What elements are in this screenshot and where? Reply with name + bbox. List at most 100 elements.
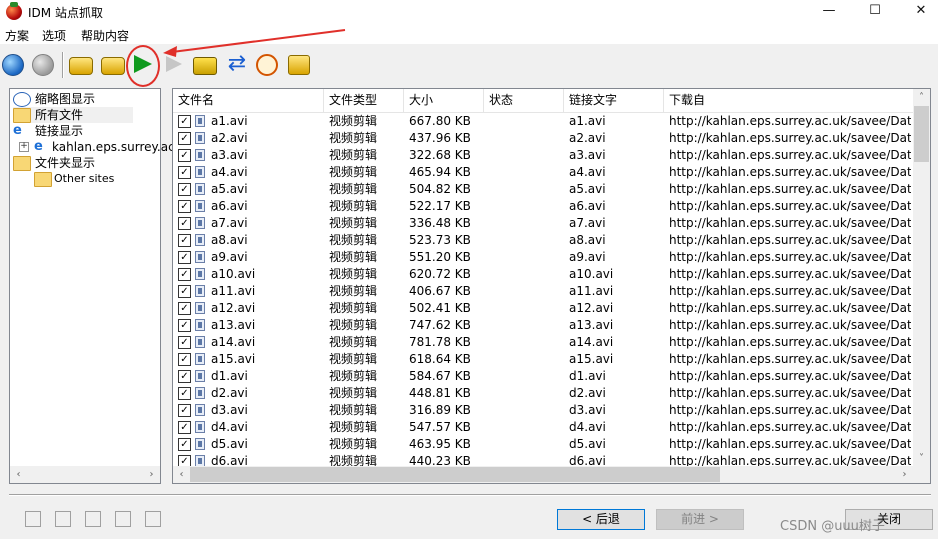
column-header-filename[interactable]: 文件名	[173, 89, 324, 112]
row-checkbox[interactable]: ✓	[178, 251, 191, 264]
column-header-download-from[interactable]: 下载自	[664, 89, 913, 112]
maximize-button[interactable]: ☐	[852, 0, 898, 24]
row-checkbox[interactable]: ✓	[178, 285, 191, 298]
table-row[interactable]: ✓ a2.avi 视频剪辑 437.96 KB a2.avi http://kahlan.…	[173, 130, 913, 147]
column-header-type[interactable]: 文件类型	[324, 89, 404, 112]
scroll-right-icon[interactable]: ›	[896, 466, 913, 483]
back-button[interactable]: < 后退	[557, 509, 645, 530]
tree-expand-toggle[interactable]: +	[19, 142, 29, 152]
column-header-status[interactable]: 状态	[484, 89, 564, 112]
row-checkbox[interactable]: ✓	[178, 166, 191, 179]
horizontal-scroll-thumb[interactable]	[190, 467, 720, 482]
table-row[interactable]: ✓ a12.avi 视频剪辑 502.41 KB a12.avi http://kahla…	[173, 300, 913, 317]
tree-item-all-files[interactable]: 所有文件	[13, 107, 133, 123]
row-checkbox[interactable]: ✓	[178, 319, 191, 332]
binoculars-2-icon[interactable]	[101, 57, 125, 75]
row-checkbox[interactable]: ✓	[178, 302, 191, 315]
row-checkbox[interactable]: ✓	[178, 404, 191, 417]
grab-icon[interactable]	[288, 55, 310, 75]
table-row[interactable]: ✓ d2.avi 视频剪辑 448.81 KB d2.avi http://kahlan.…	[173, 385, 913, 402]
table-row[interactable]: ✓ a11.avi 视频剪辑 406.67 KB a11.avi http://kahla…	[173, 283, 913, 300]
stop-play-icon[interactable]	[166, 56, 182, 72]
menu-bar: 方案 选项 帮助内容	[0, 24, 938, 44]
table-row[interactable]: ✓ a1.avi 视频剪辑 667.80 KB a1.avi http://kahlan.…	[173, 113, 913, 130]
menu-scheme[interactable]: 方案	[5, 27, 29, 44]
table-row[interactable]: ✓ a4.avi 视频剪辑 465.94 KB a4.avi http://kahlan.…	[173, 164, 913, 181]
horizontal-scrollbar[interactable]: ‹ ›	[173, 466, 913, 483]
cell-link: d5.avi	[569, 437, 606, 451]
table-row[interactable]: ✓ a9.avi 视频剪辑 551.20 KB a9.avi http://kahlan.…	[173, 249, 913, 266]
row-checkbox[interactable]: ✓	[178, 268, 191, 281]
annotation-circle	[126, 45, 160, 87]
row-checkbox[interactable]: ✓	[178, 387, 191, 400]
cell-type: 视频剪辑	[329, 284, 378, 298]
tree-horizontal-scrollbar[interactable]: ‹ ›	[10, 466, 160, 483]
cell-status	[489, 283, 565, 300]
table-row[interactable]: ✓ a8.avi 视频剪辑 523.73 KB a8.avi http://kahlan.…	[173, 232, 913, 249]
table-row[interactable]: ✓ d4.avi 视频剪辑 547.57 KB d4.avi http://kahlan.…	[173, 419, 913, 436]
row-checkbox[interactable]: ✓	[178, 183, 191, 196]
table-row[interactable]: ✓ d1.avi 视频剪辑 584.67 KB d1.avi http://kahlan.…	[173, 368, 913, 385]
row-checkbox[interactable]: ✓	[178, 115, 191, 128]
table-row[interactable]: ✓ d3.avi 视频剪辑 316.89 KB d3.avi http://kahlan.…	[173, 402, 913, 419]
binoculars-icon[interactable]	[69, 57, 93, 75]
menu-help[interactable]: 帮助内容	[81, 27, 129, 44]
table-row[interactable]: ✓ a7.avi 视频剪辑 336.48 KB a7.avi http://kahlan.…	[173, 215, 913, 232]
row-checkbox[interactable]: ✓	[178, 421, 191, 434]
scroll-left-icon[interactable]: ‹	[10, 466, 27, 483]
table-row[interactable]: ✓ a5.avi 视频剪辑 504.82 KB a5.avi http://kahlan.…	[173, 181, 913, 198]
menu-options[interactable]: 选项	[42, 27, 66, 44]
cell-from: http://kahlan.eps.surrey.ac.uk/savee/Dat…	[669, 437, 911, 451]
row-checkbox[interactable]: ✓	[178, 353, 191, 366]
next-button[interactable]: 前进 >	[656, 509, 744, 530]
table-row[interactable]: ✓ a10.avi 视频剪辑 620.72 KB a10.avi http://kahla…	[173, 266, 913, 283]
scroll-down-icon[interactable]: ˅	[913, 450, 930, 467]
row-checkbox[interactable]: ✓	[178, 234, 191, 247]
close-window-button[interactable]: ✕	[898, 0, 938, 24]
vertical-scroll-thumb[interactable]	[914, 106, 929, 162]
column-header-size[interactable]: 大小	[404, 89, 484, 112]
cell-link: a12.avi	[569, 301, 614, 315]
table-row[interactable]: ✓ a14.avi 视频剪辑 781.78 KB a14.avi http://kahla…	[173, 334, 913, 351]
minimize-button[interactable]: —	[806, 0, 852, 24]
row-checkbox[interactable]: ✓	[178, 336, 191, 349]
row-checkbox[interactable]: ✓	[178, 132, 191, 145]
cell-size: 547.57 KB	[409, 420, 471, 434]
refresh-icon[interactable]: ⇄	[225, 52, 249, 76]
stack-icon[interactable]	[193, 57, 217, 75]
table-row[interactable]: ✓ a13.avi 视频剪辑 747.62 KB a13.avi http://kahla…	[173, 317, 913, 334]
table-row[interactable]: ✓ d5.avi 视频剪辑 463.95 KB d5.avi http://kahlan.…	[173, 436, 913, 453]
globe-icon[interactable]	[2, 54, 24, 76]
cell-type: 视频剪辑	[329, 233, 378, 247]
cell-status	[489, 198, 565, 215]
globe-disabled-icon[interactable]	[32, 54, 54, 76]
scroll-left-icon[interactable]: ‹	[173, 466, 190, 483]
row-checkbox[interactable]: ✓	[178, 149, 191, 162]
vertical-scrollbar[interactable]: ˄ ˅	[913, 89, 930, 467]
scroll-right-icon[interactable]: ›	[143, 466, 160, 483]
cell-size: 504.82 KB	[409, 182, 471, 196]
scroll-up-icon[interactable]: ˄	[913, 89, 930, 106]
cell-link: a2.avi	[569, 131, 606, 145]
row-checkbox[interactable]: ✓	[178, 370, 191, 383]
table-row[interactable]: ✓ a15.avi 视频剪辑 618.64 KB a15.avi http://kahla…	[173, 351, 913, 368]
cell-type: 视频剪辑	[329, 182, 378, 196]
cell-link: a13.avi	[569, 318, 614, 332]
row-checkbox[interactable]: ✓	[178, 217, 191, 230]
alarm-clock-icon[interactable]	[256, 54, 278, 76]
cell-type: 视频剪辑	[329, 437, 378, 451]
column-header-link-text[interactable]: 链接文字	[564, 89, 664, 112]
cell-type: 视频剪辑	[329, 352, 378, 366]
row-checkbox[interactable]: ✓	[178, 200, 191, 213]
row-checkbox[interactable]: ✓	[178, 438, 191, 451]
table-row[interactable]: ✓ a6.avi 视频剪辑 522.17 KB a6.avi http://kahlan.…	[173, 198, 913, 215]
cell-size: 523.73 KB	[409, 233, 471, 247]
video-file-icon	[195, 404, 205, 416]
cell-filename: a9.avi	[211, 250, 248, 264]
cell-from: http://kahlan.eps.surrey.ac.uk/savee/Dat…	[669, 233, 911, 247]
table-row[interactable]: ✓ a3.avi 视频剪辑 322.68 KB a3.avi http://kahlan.…	[173, 147, 913, 164]
cell-status	[489, 334, 565, 351]
cell-link: a10.avi	[569, 267, 614, 281]
cell-type: 视频剪辑	[329, 267, 378, 281]
cell-size: 522.17 KB	[409, 199, 471, 213]
